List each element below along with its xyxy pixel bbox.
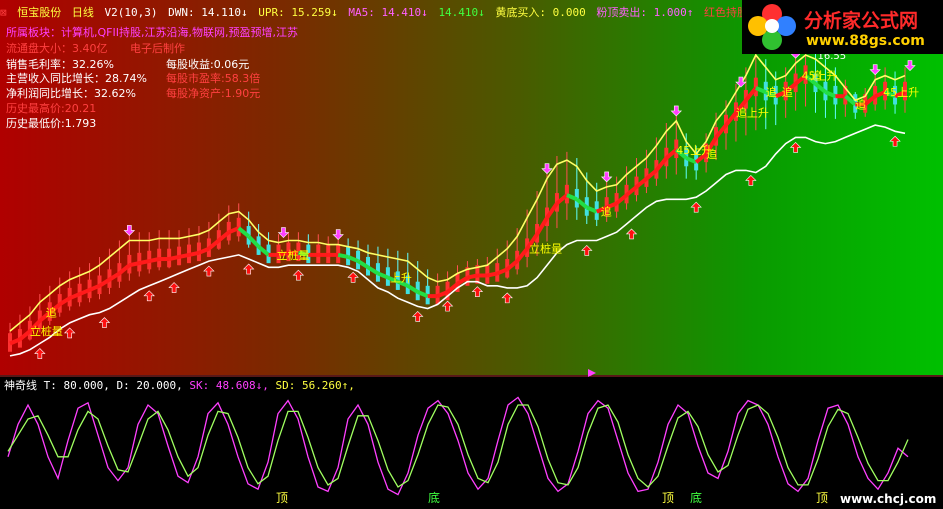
bottom-signal-label: 底 (428, 490, 440, 505)
indicator-d: D: 20.000, (116, 379, 183, 392)
top-signal-label: 顶 (816, 491, 828, 505)
stock-chart-window: 追立桩量 上升 立桩量追 45上升追追上升追追 45上升追追 45上升 立桩量 16.55 ⊠… (0, 0, 943, 509)
indicator-sk: SK: 48.608↓, (189, 379, 269, 392)
indicator-sd: SD: 56.260↑, (275, 379, 355, 392)
indicator-title: 神奇线 (4, 379, 37, 392)
top-signal-label: 顶 (276, 491, 288, 505)
indicator-chart-svg: 顶底顶底顶 (0, 369, 943, 505)
sd-line (7, 404, 909, 488)
watermark: www.chcj.com (840, 492, 937, 506)
top-signal-label: 顶 (662, 491, 674, 505)
sk-line (7, 396, 909, 496)
indicator-t: T: 80.000, (43, 379, 110, 392)
indicator-header: 神奇线 T: 80.000, D: 20.000, SK: 48.608↓, S… (4, 377, 355, 393)
bottom-signal-label: 底 (690, 490, 702, 505)
